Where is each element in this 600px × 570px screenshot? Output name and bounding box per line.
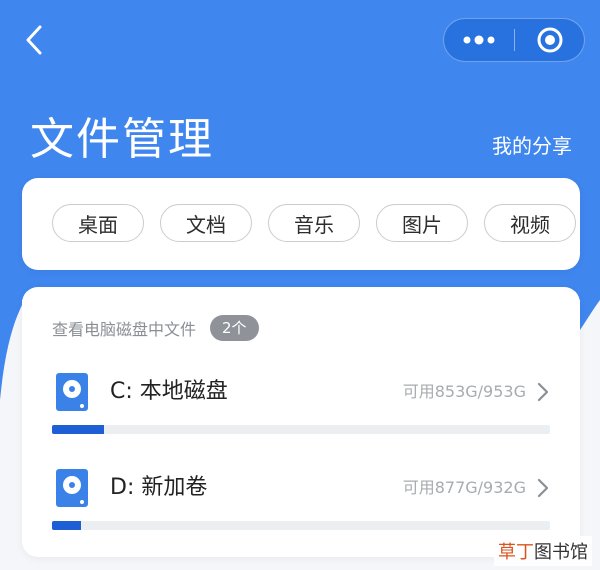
chevron-left-icon [26, 25, 42, 55]
category-card: 桌面 文档 音乐 图片 视频 [22, 178, 580, 270]
disk-capacity: 可用853G/953G [402, 382, 526, 401]
category-chip-documents[interactable]: 文档 [160, 204, 252, 242]
category-chip-pictures[interactable]: 图片 [376, 204, 468, 242]
more-button[interactable] [444, 18, 514, 62]
category-chip-music[interactable]: 音乐 [268, 204, 360, 242]
page-title: 文件管理 [30, 114, 214, 165]
watermark-text: 图书馆 [534, 542, 588, 563]
disk-item-c[interactable]: C: 本地磁盘 可用853G/953G [52, 373, 550, 453]
more-dots-icon [463, 35, 495, 45]
disk-usage-fill [52, 521, 82, 530]
disk-name: D: 新加卷 [110, 475, 208, 500]
miniprogram-capsule [443, 18, 585, 62]
watermark: 草丁 图书馆 [494, 536, 592, 566]
chevron-right-icon [537, 478, 549, 498]
category-scroll[interactable]: 桌面 文档 音乐 图片 视频 [52, 204, 579, 246]
disk-section-title: 查看电脑磁盘中文件 [52, 320, 197, 339]
disk-card: 查看电脑磁盘中文件 2个 C: 本地磁盘 可用853G/953G D: 新加卷 … [22, 287, 580, 557]
disk-usage-bar [52, 425, 550, 434]
disk-name: C: 本地磁盘 [110, 379, 228, 404]
target-circle-icon [537, 27, 562, 53]
category-chip-videos[interactable]: 视频 [484, 204, 576, 242]
hard-disk-icon [56, 373, 88, 411]
disk-item-d[interactable]: D: 新加卷 可用877G/932G [52, 469, 550, 549]
category-chip-desktop[interactable]: 桌面 [52, 204, 144, 242]
back-button[interactable] [18, 22, 50, 58]
watermark-accent: 草丁 [498, 542, 534, 563]
disk-count-badge: 2个 [210, 315, 259, 341]
disk-usage-bar [52, 521, 550, 530]
my-share-link[interactable]: 我的分享 [492, 132, 572, 160]
chevron-right-icon [537, 382, 549, 402]
disk-section-header: 查看电脑磁盘中文件 2个 [52, 315, 259, 341]
disk-capacity: 可用877G/932G [402, 478, 526, 497]
close-miniprogram-button[interactable] [515, 18, 584, 62]
file-manager-page: 文件管理 我的分享 桌面 文档 音乐 图片 视频 查看电脑磁盘中文件 2个 C:… [0, 0, 600, 570]
hard-disk-icon [56, 469, 88, 507]
disk-usage-fill [52, 425, 105, 434]
